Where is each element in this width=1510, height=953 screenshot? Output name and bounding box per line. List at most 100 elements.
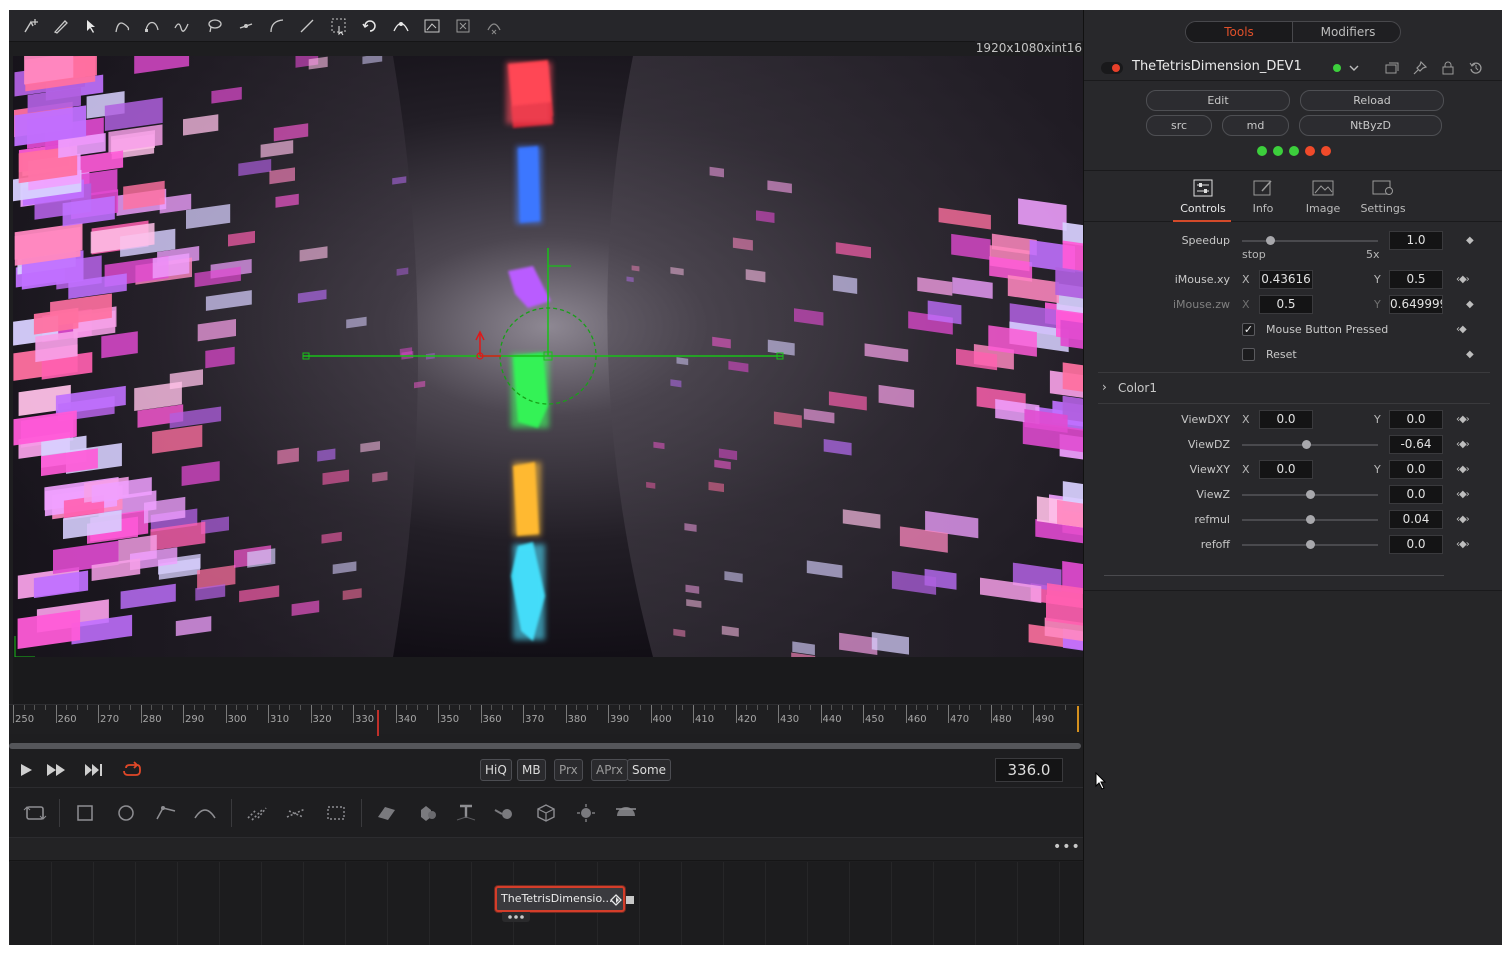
line-icon[interactable] xyxy=(297,16,317,36)
color1-group-header[interactable]: › Color1 xyxy=(1098,372,1490,404)
viewdz-slider-knob[interactable] xyxy=(1302,440,1311,449)
tab-image[interactable]: Image xyxy=(1293,177,1353,221)
particle-emitter-icon[interactable] xyxy=(244,802,270,824)
render-end-marker[interactable] xyxy=(1077,706,1079,732)
text-3d-icon[interactable] xyxy=(453,802,479,824)
keyframe-nav[interactable]: ‹◆› xyxy=(1456,539,1470,550)
renderer-3d-icon[interactable] xyxy=(613,802,639,824)
node-options-menu[interactable]: ••• xyxy=(1053,840,1080,858)
camera-3d-icon[interactable] xyxy=(533,802,559,824)
motion-blur-button[interactable]: MB xyxy=(517,759,546,781)
keyframe-diamond[interactable]: ◆ xyxy=(1466,235,1474,246)
keyframe-diamond[interactable]: ◆ xyxy=(1466,349,1474,360)
tool-enable-toggle[interactable] xyxy=(1101,62,1123,74)
imouse-w-value[interactable]: 0.649999 xyxy=(1389,295,1443,314)
go-to-end-icon[interactable] xyxy=(83,761,105,779)
tab-settings[interactable]: Settings xyxy=(1353,177,1413,221)
version-icon[interactable] xyxy=(1384,60,1400,76)
merge-3d-icon[interactable] xyxy=(492,802,518,824)
particle-render-icon[interactable] xyxy=(283,802,309,824)
refoff-slider-knob[interactable] xyxy=(1306,540,1315,549)
add-point-icon[interactable] xyxy=(391,16,411,36)
auto-proxy-button[interactable]: APrx xyxy=(591,759,628,781)
lasso-icon[interactable] xyxy=(205,16,225,36)
bspline-mask-icon[interactable] xyxy=(192,802,218,824)
image-plane-3d-icon[interactable] xyxy=(373,802,399,824)
spotlight-icon[interactable] xyxy=(573,802,599,824)
hiq-button[interactable]: HiQ xyxy=(480,759,512,781)
keyframe-nav[interactable]: ‹◆› xyxy=(1456,489,1470,500)
fast-forward-icon[interactable] xyxy=(45,761,67,779)
smooth-point-icon[interactable] xyxy=(236,16,256,36)
time-ruler[interactable]: 250 260 270 280 290 300 310 320 330 340 350 360 370 3… xyxy=(9,704,1083,734)
keyframe-diamond[interactable]: ◆ xyxy=(1466,299,1474,310)
refmul-slider-knob[interactable] xyxy=(1306,515,1315,524)
unlink-icon[interactable] xyxy=(484,16,504,36)
tab-tools[interactable]: Tools xyxy=(1186,22,1293,42)
imouse-z-value[interactable]: 0.5 xyxy=(1259,295,1313,314)
node-input-ports[interactable] xyxy=(502,912,530,922)
reverse-icon[interactable] xyxy=(360,16,380,36)
node-output-port[interactable] xyxy=(626,896,634,904)
refoff-value[interactable]: 0.0 xyxy=(1389,535,1443,554)
chevron-down-icon[interactable] xyxy=(1346,60,1362,76)
current-frame-field[interactable]: 336.0 xyxy=(995,758,1063,782)
node-editor-canvas[interactable]: TheTetrisDimensio... xyxy=(9,862,1083,945)
reset-checkbox[interactable] xyxy=(1242,348,1255,361)
keyframe-nav[interactable]: ‹◆ xyxy=(1456,324,1467,335)
viewxy-x-value[interactable]: 0.0 xyxy=(1259,460,1313,479)
imouse-y-value[interactable]: 0.5 xyxy=(1389,270,1443,289)
imouse-x-value[interactable]: 0.43616 xyxy=(1259,270,1313,289)
loop-icon[interactable] xyxy=(121,761,143,779)
refmul-value[interactable]: 0.04 xyxy=(1389,510,1443,529)
play-icon[interactable] xyxy=(15,761,37,779)
viewxy-y-value[interactable]: 0.0 xyxy=(1389,460,1443,479)
viewz-slider-knob[interactable] xyxy=(1306,490,1315,499)
speedup-slider-track[interactable] xyxy=(1242,240,1378,242)
select-arrow-icon[interactable] xyxy=(81,16,101,36)
freehand-icon[interactable] xyxy=(172,16,192,36)
bspline-icon[interactable] xyxy=(112,16,132,36)
keyframe-nav[interactable]: ‹◆› xyxy=(1456,464,1470,475)
shape-3d-icon[interactable] xyxy=(413,802,439,824)
mouse-button-pressed-checkbox[interactable]: ✓ xyxy=(1242,323,1255,336)
pencil-icon[interactable] xyxy=(51,16,71,36)
selective-update-button[interactable]: Some xyxy=(627,759,672,781)
reload-button[interactable]: Reload xyxy=(1300,90,1444,111)
bezier-icon[interactable] xyxy=(142,16,162,36)
keyframe-nav[interactable]: ‹◆› xyxy=(1456,414,1470,425)
transform-tool-icon[interactable] xyxy=(22,802,48,824)
tool-node[interactable]: TheTetrisDimensio... xyxy=(495,886,625,912)
keyframe-nav[interactable]: ‹◆› xyxy=(1456,274,1470,285)
viewdxy-x-value[interactable]: 0.0 xyxy=(1259,410,1313,429)
proxy-button[interactable]: Prx xyxy=(554,759,583,781)
md-button[interactable]: md xyxy=(1222,115,1289,136)
tool-color-dot[interactable] xyxy=(1333,64,1341,72)
polyline-add-icon[interactable] xyxy=(21,16,41,36)
time-scrubber[interactable] xyxy=(9,743,1081,749)
lock-icon[interactable] xyxy=(1440,60,1456,76)
select-box-icon[interactable] xyxy=(329,16,349,36)
tab-modifiers[interactable]: Modifiers xyxy=(1294,22,1400,42)
polygon-mask-icon[interactable] xyxy=(153,802,179,824)
src-button[interactable]: src xyxy=(1146,115,1212,136)
particle-merge-icon[interactable] xyxy=(323,802,349,824)
ellipse-mask-icon[interactable] xyxy=(113,802,139,824)
keyframe-nav[interactable]: ‹◆› xyxy=(1456,439,1470,450)
viewdxy-y-value[interactable]: 0.0 xyxy=(1389,410,1443,429)
viewz-value[interactable]: 0.0 xyxy=(1389,485,1443,504)
pin-icon[interactable] xyxy=(1412,60,1428,76)
tab-info[interactable]: Info xyxy=(1233,177,1293,221)
keyframe-nav[interactable]: ‹◆› xyxy=(1456,514,1470,525)
rectangle-mask-icon[interactable] xyxy=(72,802,98,824)
viewdz-value[interactable]: -0.64 xyxy=(1389,435,1443,454)
reset-icon[interactable] xyxy=(1468,60,1484,76)
viewer-image[interactable] xyxy=(13,56,1083,657)
edit-button[interactable]: Edit xyxy=(1146,90,1290,111)
tab-controls[interactable]: Controls xyxy=(1173,177,1233,221)
delete-point-icon[interactable] xyxy=(453,16,473,36)
speedup-value[interactable]: 1.0 xyxy=(1389,231,1443,250)
transform-box-icon[interactable] xyxy=(422,16,442,36)
ntbyzd-button[interactable]: NtByzD xyxy=(1299,115,1442,136)
curve-icon[interactable] xyxy=(267,16,287,36)
